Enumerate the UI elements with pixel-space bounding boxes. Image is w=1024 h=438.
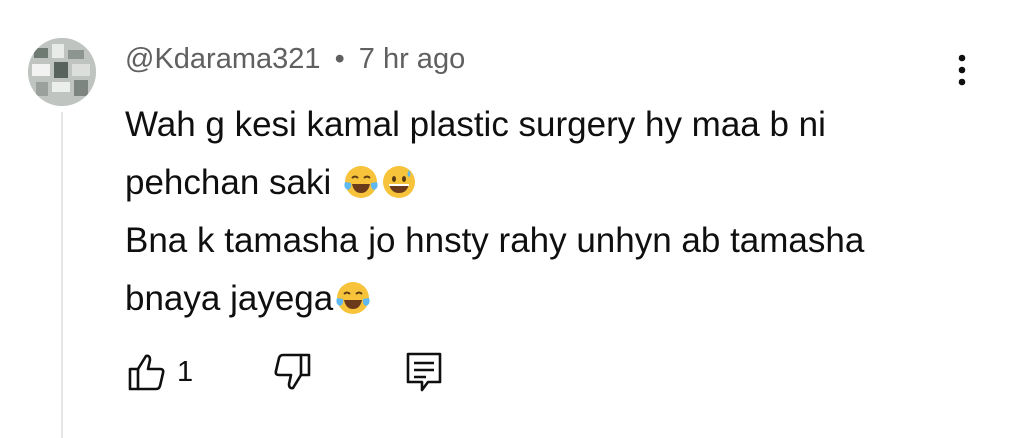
comment-item: @Kdarama321 • 7 hr ago Wah g kesi kamal … xyxy=(0,0,1024,438)
meta-separator: • xyxy=(334,43,345,75)
comment-line: bnaya jayega xyxy=(125,270,955,328)
like-count: 1 xyxy=(177,356,194,388)
tears-of-joy-emoji-icon xyxy=(344,166,378,198)
author-name[interactable]: @Kdarama321 xyxy=(125,43,321,75)
comment-line: Bna k tamasha jo hnsty rahy unhyn ab tam… xyxy=(125,221,865,260)
reply-comment-icon xyxy=(406,352,442,392)
thread-line xyxy=(61,112,63,438)
comment-line: pehchan saki xyxy=(125,154,955,212)
avatar[interactable] xyxy=(28,38,96,106)
like-button[interactable] xyxy=(125,350,169,399)
comment-line: Wah g kesi kamal plastic surgery hy maa … xyxy=(125,105,826,144)
thumb-up-icon xyxy=(128,354,165,391)
grinning-sweat-emoji-icon xyxy=(383,166,415,198)
more-options-button[interactable] xyxy=(945,50,979,90)
tears-of-joy-emoji-icon xyxy=(336,282,370,314)
timestamp[interactable]: 7 hr ago xyxy=(359,43,465,75)
more-vertical-icon xyxy=(958,54,966,86)
reply-button[interactable] xyxy=(403,350,447,399)
dislike-button[interactable] xyxy=(270,350,314,399)
thumb-down-icon xyxy=(274,353,311,390)
comment-text: Wah g kesi kamal plastic surgery hy maa … xyxy=(125,96,955,328)
comment-meta: @Kdarama321 • 7 hr ago xyxy=(125,43,465,76)
